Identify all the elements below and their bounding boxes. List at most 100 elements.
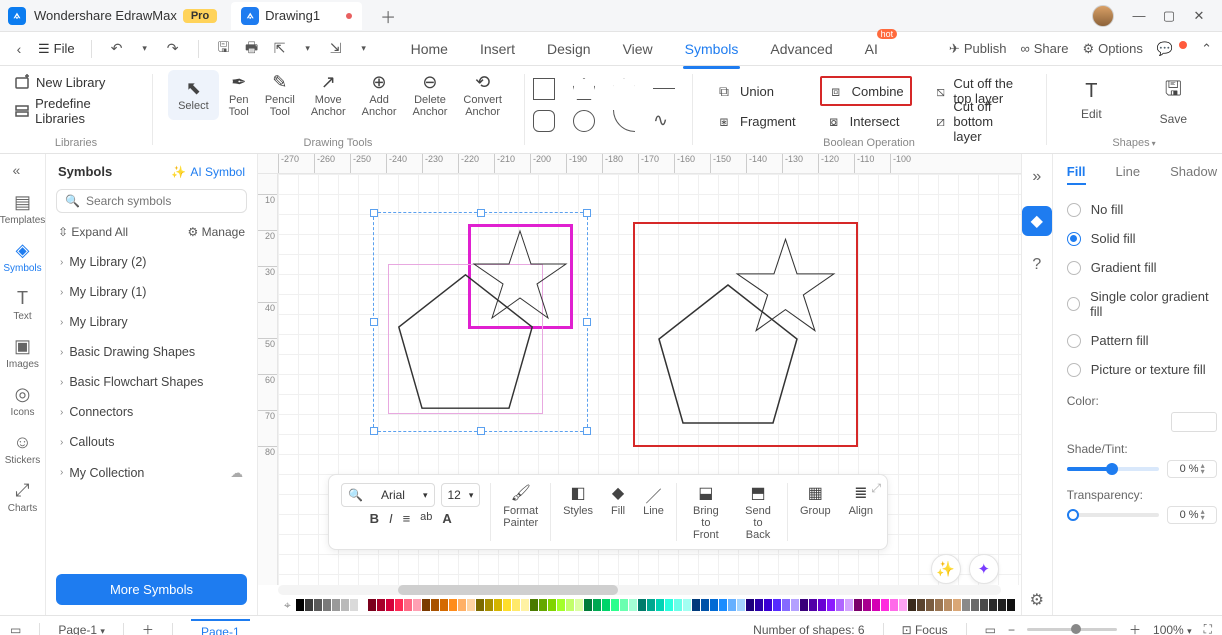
line-tab[interactable]: Line <box>1116 164 1141 185</box>
color-swatch[interactable] <box>413 599 421 611</box>
color-swatch[interactable] <box>656 599 664 611</box>
color-swatch[interactable] <box>836 599 844 611</box>
color-swatch[interactable] <box>638 599 646 611</box>
save-icon[interactable]: 🖫 <box>215 37 233 61</box>
library-item[interactable]: ›My Library (1) <box>46 277 257 307</box>
sparkle-fab[interactable]: ✨ <box>931 554 961 584</box>
expand-all-button[interactable]: ⇳ Expand All <box>58 225 128 239</box>
color-swatch[interactable] <box>593 599 601 611</box>
file-menu[interactable]: ☰ File <box>38 41 75 57</box>
color-swatch[interactable] <box>575 599 583 611</box>
tab-advanced[interactable]: Advanced <box>768 35 834 63</box>
page-tab-1[interactable]: Page-1 <box>191 619 250 635</box>
library-item[interactable]: ›Basic Drawing Shapes <box>46 337 257 367</box>
library-item[interactable]: ›My Library <box>46 307 257 337</box>
intersect-button[interactable]: ⧇Intersect <box>820 106 912 136</box>
color-swatch[interactable] <box>485 599 493 611</box>
color-swatch[interactable] <box>692 599 700 611</box>
color-swatch[interactable] <box>890 599 898 611</box>
predefine-libraries-button[interactable]: Predefine Libraries <box>14 96 138 126</box>
color-swatch[interactable] <box>881 599 889 611</box>
fragment-button[interactable]: ⧆Fragment <box>710 106 802 136</box>
edit-button[interactable]: TEdit <box>1067 70 1116 130</box>
cutoff-bottom-button[interactable]: ⧄Cut off bottom layer <box>930 106 1028 136</box>
color-swatch[interactable] <box>827 599 835 611</box>
pen-tool[interactable]: ✒Pen Tool <box>223 70 255 120</box>
color-swatch[interactable] <box>755 599 763 611</box>
convert-anchor-tool[interactable]: ⟲Convert Anchor <box>457 70 508 120</box>
color-swatch[interactable] <box>332 599 340 611</box>
library-item[interactable]: ›My Collection☁ <box>46 457 257 488</box>
color-swatch[interactable] <box>503 599 511 611</box>
collapse-rail-button[interactable]: « <box>13 162 33 178</box>
ai-symbol-button[interactable]: ✨AI Symbol <box>171 165 245 179</box>
eyedropper-button[interactable]: ⌖ <box>284 598 291 613</box>
tab-insert[interactable]: Insert <box>478 35 517 63</box>
color-swatch[interactable] <box>431 599 439 611</box>
color-swatch[interactable] <box>629 599 637 611</box>
color-swatch[interactable] <box>422 599 430 611</box>
color-swatch[interactable] <box>449 599 457 611</box>
color-swatch[interactable] <box>800 599 808 611</box>
color-swatch[interactable] <box>737 599 745 611</box>
add-tab-button[interactable]: ＋ <box>380 4 396 28</box>
publish-button[interactable]: ✈Publish <box>949 41 1007 57</box>
library-item[interactable]: ›Connectors <box>46 397 257 427</box>
options-button[interactable]: ⚙Options <box>1082 41 1142 57</box>
undo-dropdown[interactable]: ▾ <box>136 43 154 54</box>
color-swatch[interactable] <box>539 599 547 611</box>
color-swatch[interactable] <box>782 599 790 611</box>
color-swatch[interactable] <box>323 599 331 611</box>
manage-button[interactable]: ⚙ Manage <box>188 225 245 239</box>
color-swatch[interactable] <box>854 599 862 611</box>
color-swatch[interactable] <box>440 599 448 611</box>
expand-right-button[interactable]: » <box>1022 162 1052 192</box>
fill-option[interactable]: No fill <box>1067 195 1217 224</box>
library-item[interactable]: ›Callouts <box>46 427 257 457</box>
font-select[interactable]: 🔍Arial▾ <box>341 483 435 507</box>
color-swatch[interactable] <box>404 599 412 611</box>
fill-panel-button[interactable]: ◆ <box>1022 206 1052 236</box>
tab-ai[interactable]: AIhot <box>863 35 880 63</box>
tab-symbols[interactable]: Symbols <box>683 35 741 63</box>
pencil-tool[interactable]: ✎Pencil Tool <box>259 70 301 120</box>
move-anchor-tool[interactable]: ↗Move Anchor <box>305 70 352 120</box>
pages-menu-button[interactable]: ▭ <box>10 623 21 635</box>
ai-fab[interactable]: ✦ <box>969 554 999 584</box>
document-tab[interactable]: ⟑ Drawing1 <box>231 2 362 30</box>
star-shape[interactable] <box>613 78 635 100</box>
collapse-ribbon-button[interactable]: ⌃ <box>1201 41 1212 57</box>
new-library-button[interactable]: New Library <box>14 74 138 90</box>
color-swatch[interactable] <box>305 599 313 611</box>
color-swatch[interactable] <box>935 599 943 611</box>
color-swatch[interactable] <box>764 599 772 611</box>
color-swatch[interactable] <box>530 599 538 611</box>
italic-button[interactable]: I <box>389 511 393 526</box>
help-button[interactable]: ? <box>1022 250 1052 280</box>
color-swatch[interactable] <box>377 599 385 611</box>
color-swatch[interactable] <box>359 599 367 611</box>
notifications-button[interactable]: 💬 <box>1157 41 1187 57</box>
delete-anchor-tool[interactable]: ⊖Delete Anchor <box>407 70 454 120</box>
add-page-button[interactable]: ＋ <box>142 621 154 635</box>
transparency-value[interactable]: 0 %▴▾ <box>1167 506 1217 524</box>
export-dropdown[interactable]: ▾ <box>299 43 317 54</box>
print-icon[interactable]: 🖶 <box>243 37 261 61</box>
color-swatch[interactable] <box>944 599 952 611</box>
color-swatch[interactable] <box>584 599 592 611</box>
export-icon[interactable]: ⇱ <box>271 40 289 57</box>
fill-option[interactable]: Picture or texture fill <box>1067 355 1217 384</box>
send-back-button[interactable]: ⬒Send to Back <box>733 481 783 543</box>
shadow-tab[interactable]: Shadow <box>1170 164 1217 185</box>
color-swatch[interactable] <box>467 599 475 611</box>
color-swatch[interactable] <box>476 599 484 611</box>
tab-home[interactable]: Home <box>409 35 450 63</box>
color-swatch[interactable] <box>386 599 394 611</box>
color-swatch[interactable] <box>773 599 781 611</box>
color-swatch[interactable] <box>521 599 529 611</box>
transparency-slider[interactable] <box>1067 513 1159 517</box>
color-swatch[interactable] <box>674 599 682 611</box>
close-button[interactable]: ✕ <box>1184 8 1214 24</box>
color-swatch[interactable] <box>962 599 970 611</box>
select-tool[interactable]: ⬉Select <box>168 70 219 120</box>
